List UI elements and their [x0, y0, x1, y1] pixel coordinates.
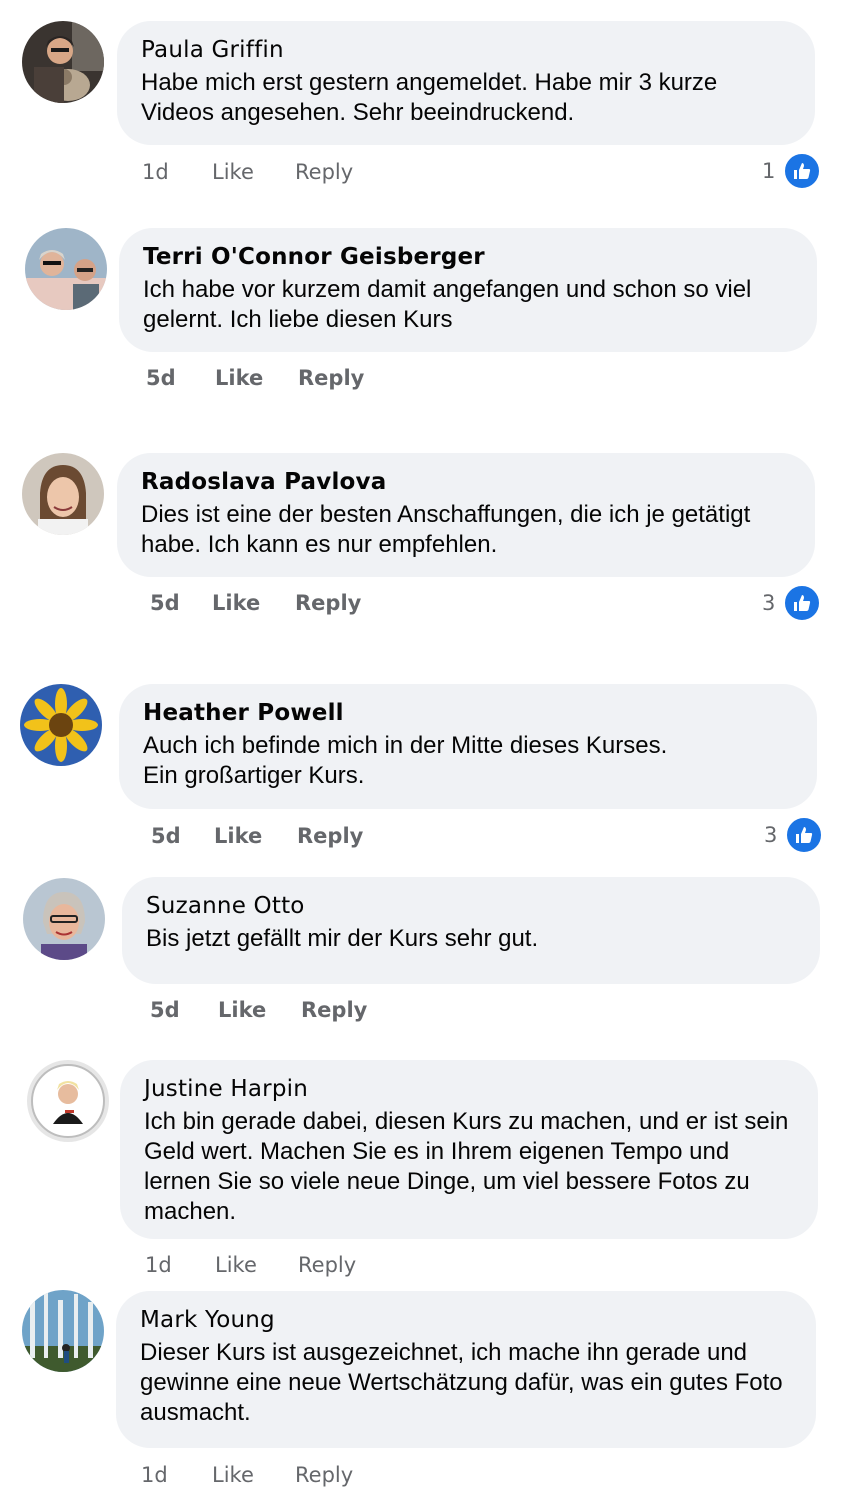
avatar[interactable]	[23, 878, 105, 960]
reaction-count[interactable]: 3	[764, 816, 824, 854]
like-button[interactable]: Like	[214, 824, 262, 848]
avatar[interactable]	[25, 228, 107, 310]
like-button[interactable]: Like	[218, 998, 266, 1022]
like-button[interactable]: Like	[212, 591, 260, 615]
comment-text-line: Auch ich befinde mich in der Mitte diese…	[143, 732, 668, 759]
timestamp[interactable]: 1d	[142, 160, 169, 184]
author-name[interactable]: Mark Young	[140, 1305, 792, 1335]
thumbs-up-icon	[785, 816, 824, 854]
timestamp[interactable]: 5d	[151, 824, 181, 848]
author-name[interactable]: Terri O'Connor Geisberger	[143, 242, 793, 272]
reaction-number: 1	[762, 159, 776, 183]
like-button[interactable]: Like	[212, 160, 254, 184]
comment-bubble: Justine Harpin Ich bin gerade dabei, die…	[120, 1060, 818, 1239]
timestamp[interactable]: 1d	[145, 1253, 172, 1277]
like-button[interactable]: Like	[215, 1253, 257, 1277]
reaction-number: 3	[762, 591, 776, 615]
comment-bubble: Radoslava Pavlova Dies ist eine der best…	[117, 453, 815, 577]
comment-bubble: Suzanne Otto Bis jetzt gefällt mir der K…	[122, 877, 820, 984]
timestamp[interactable]: 5d	[150, 591, 180, 615]
reply-button[interactable]: Reply	[298, 1253, 356, 1277]
avatar[interactable]	[22, 21, 104, 103]
thumbs-up-icon	[783, 152, 822, 190]
comment-bubble: Heather Powell Auch ich befinde mich in …	[119, 684, 817, 809]
reaction-count[interactable]: 1	[762, 152, 822, 190]
reaction-count[interactable]: 3	[762, 584, 822, 622]
reaction-number: 3	[764, 823, 778, 847]
timestamp[interactable]: 5d	[150, 998, 180, 1022]
author-name[interactable]: Justine Harpin	[144, 1074, 794, 1104]
reply-button[interactable]: Reply	[301, 998, 367, 1022]
avatar[interactable]	[20, 684, 102, 766]
author-name[interactable]: Suzanne Otto	[146, 891, 796, 921]
like-button[interactable]: Like	[215, 366, 263, 390]
avatar[interactable]	[27, 1060, 109, 1142]
comment-text: Dieser Kurs ist ausgezeichnet, ich mache…	[140, 1339, 783, 1426]
avatar[interactable]	[22, 453, 104, 535]
thumbs-up-icon	[783, 584, 822, 622]
comment-text: Dies ist eine der besten Anschaffungen, …	[141, 501, 751, 558]
reply-button[interactable]: Reply	[295, 591, 361, 615]
author-name[interactable]: Radoslava Pavlova	[141, 467, 791, 497]
timestamp[interactable]: 1d	[141, 1463, 168, 1487]
comment-text-line: Ein großartiger Kurs.	[143, 762, 365, 789]
like-button[interactable]: Like	[212, 1463, 254, 1487]
author-name[interactable]: Paula Griffin	[141, 35, 791, 65]
timestamp[interactable]: 5d	[146, 366, 176, 390]
comment-text: Habe mich erst gestern angemeldet. Habe …	[141, 69, 718, 126]
comment-bubble: Paula Griffin Habe mich erst gestern ang…	[117, 21, 815, 145]
avatar[interactable]	[22, 1290, 104, 1372]
author-name[interactable]: Heather Powell	[143, 698, 793, 728]
comment-text: Auch ich befinde mich in der Mitte diese…	[143, 731, 793, 791]
reply-button[interactable]: Reply	[295, 1463, 353, 1487]
comment-bubble: Mark Young Dieser Kurs ist ausgezeichnet…	[116, 1291, 816, 1448]
reply-button[interactable]: Reply	[295, 160, 353, 184]
comment-text: Ich habe vor kurzem damit angefangen und…	[143, 276, 752, 333]
comment-bubble: Terri O'Connor Geisberger Ich habe vor k…	[119, 228, 817, 352]
comment-text: Bis jetzt gefällt mir der Kurs sehr gut.	[146, 925, 539, 952]
reply-button[interactable]: Reply	[297, 824, 363, 848]
comment-text: Ich bin gerade dabei, diesen Kurs zu mac…	[144, 1108, 789, 1225]
reply-button[interactable]: Reply	[298, 366, 364, 390]
